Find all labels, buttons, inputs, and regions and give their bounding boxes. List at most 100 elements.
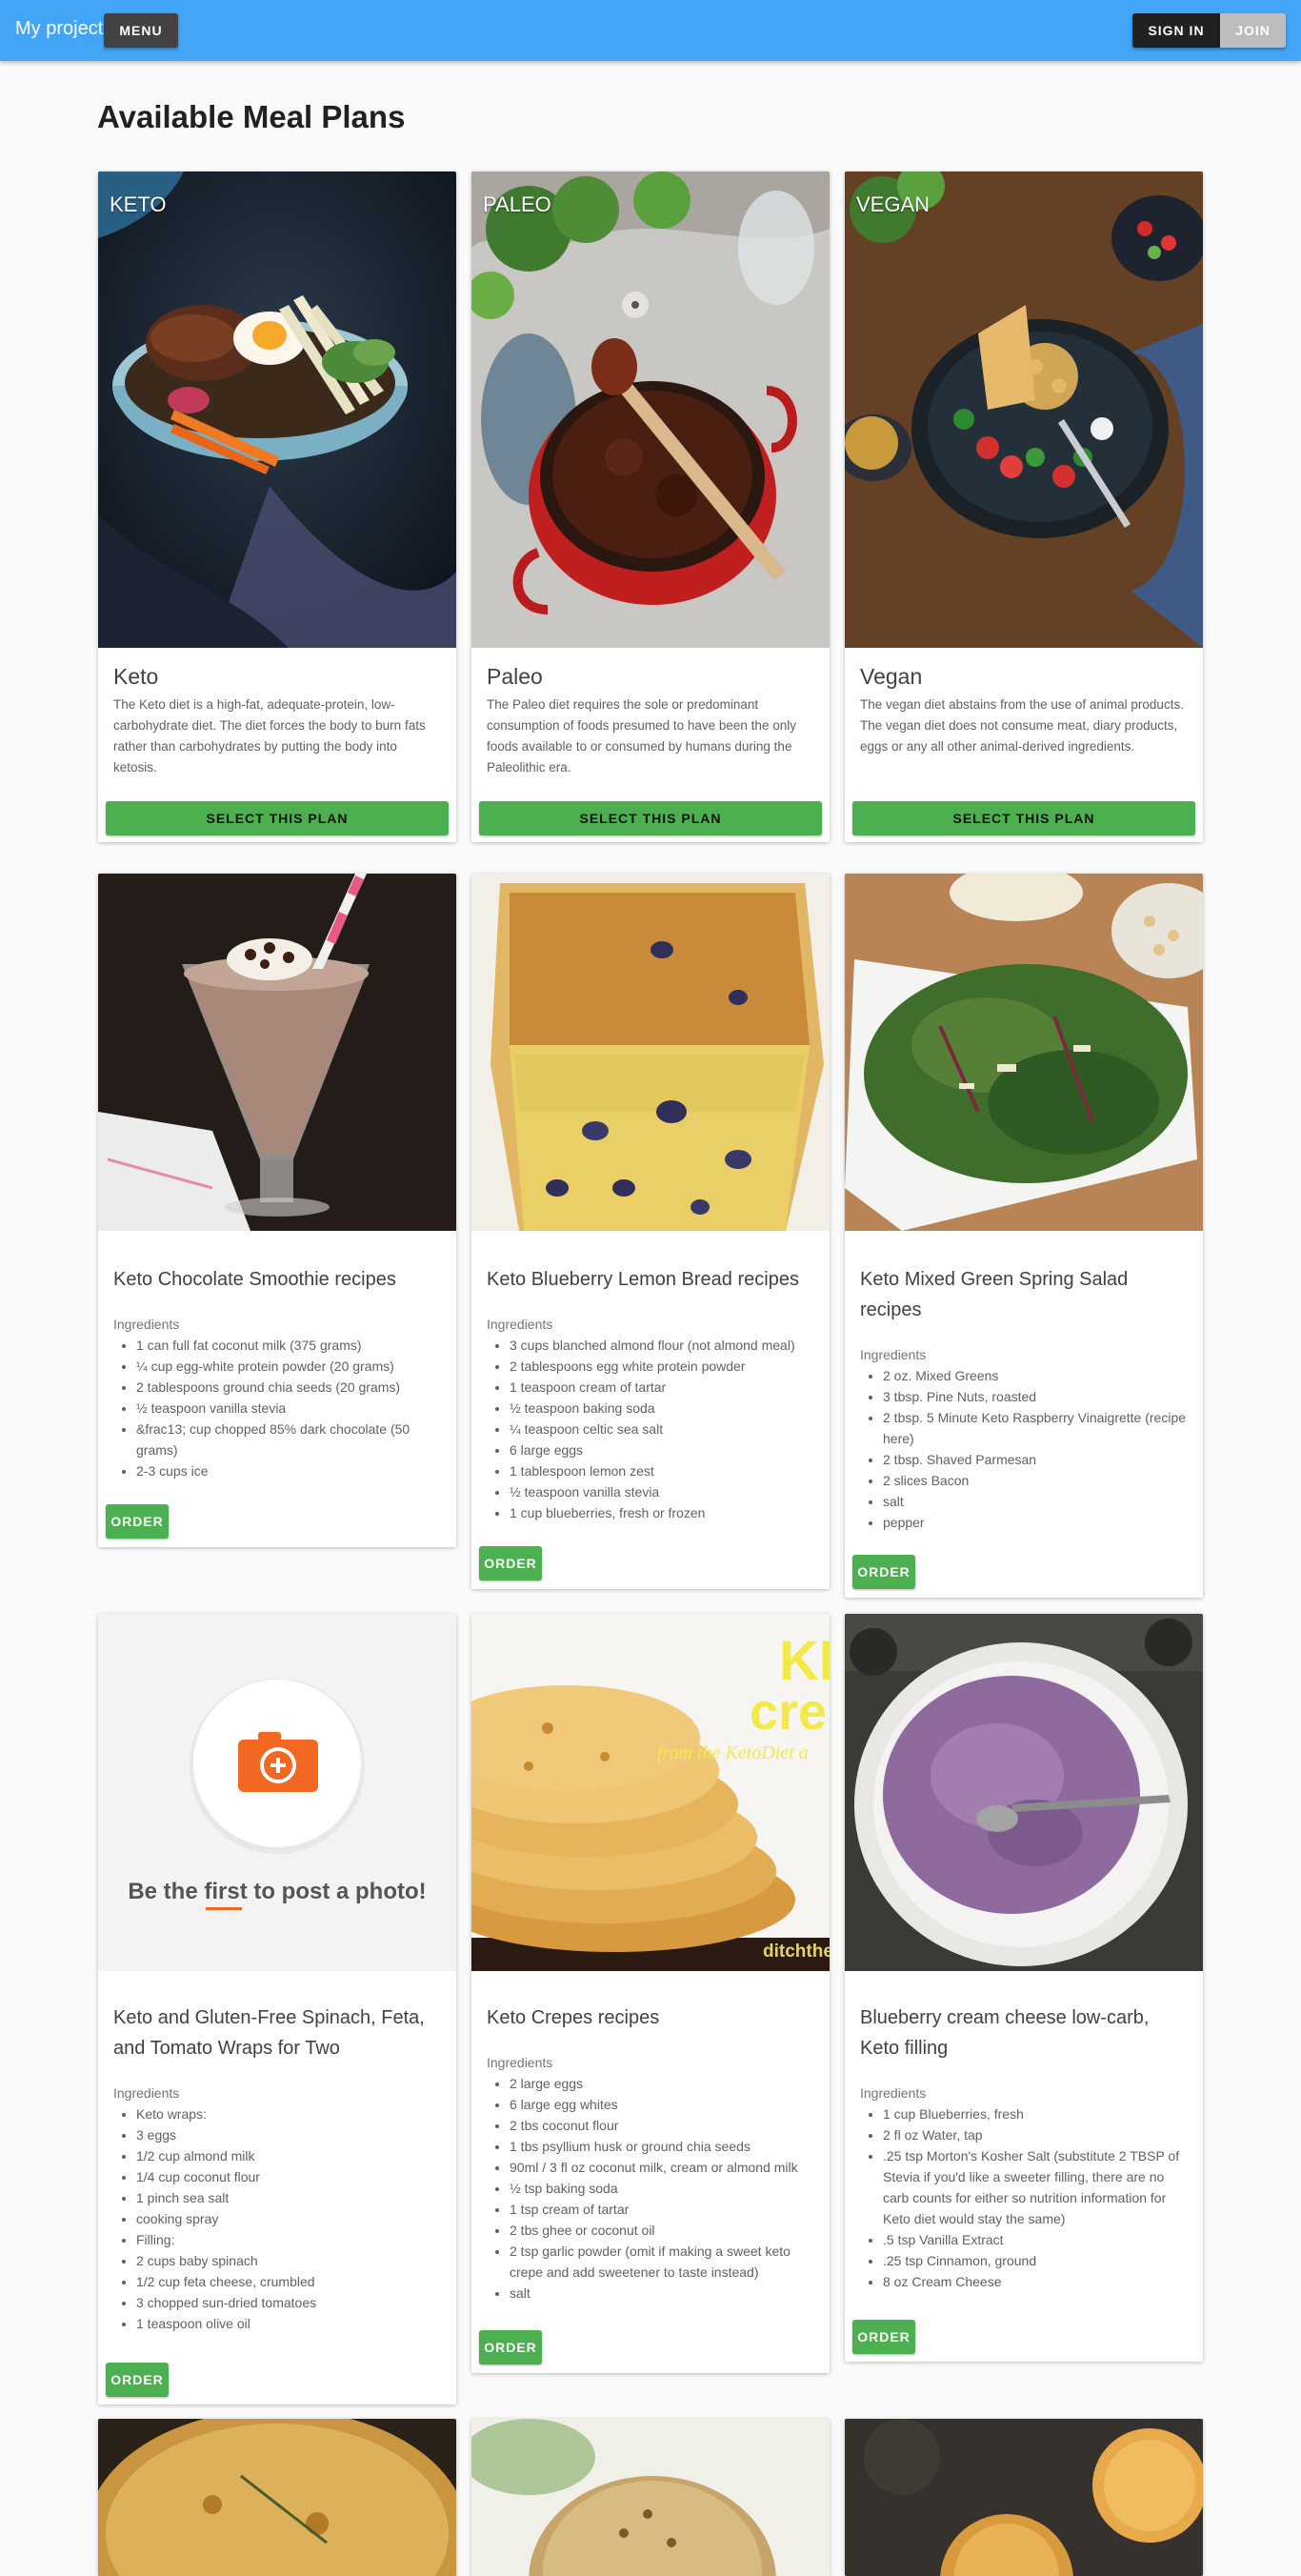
ingredient-item: ½ tsp baking soda — [510, 2178, 820, 2199]
ingredient-item: 2 tsp garlic powder (omit if making a sw… — [510, 2241, 820, 2283]
recipe-card — [845, 2419, 1203, 2576]
recipe-card: Keto Blueberry Lemon Bread recipes Ingre… — [471, 874, 830, 1589]
ingredient-item: ½ teaspoon vanilla stevia — [510, 1481, 820, 1502]
plan-description: The vegan diet abstains from the use of … — [860, 697, 1184, 754]
brand-title[interactable]: My project — [15, 18, 103, 40]
ingredient-item: 1 cup Blueberries, fresh — [883, 2103, 1193, 2124]
ingredient-item: 90ml / 3 fl oz coconut milk, cream or al… — [510, 2157, 820, 2178]
ingredient-item: 1/4 cup coconut flour — [136, 2166, 447, 2187]
ingredient-item: 3 tbsp. Pine Nuts, roasted — [883, 1386, 1193, 1407]
paleo-image-label: PALEO — [483, 192, 551, 216]
vegan-plan-image: VEGAN — [845, 171, 1203, 648]
ingredient-item: 2 tbsp. Shaved Parmesan — [883, 1449, 1193, 1470]
recipe-card — [471, 2419, 830, 2576]
ingredient-item: 1 tsp cream of tartar — [510, 2199, 820, 2220]
ingredients-list: Keto wraps: 3 eggs 1/2 cup almond milk 1… — [113, 2103, 447, 2334]
photo-placeholder: Be the first to post a photo! — [98, 1614, 456, 1971]
ingredient-item: 1 tablespoon lemon zest — [510, 1460, 820, 1481]
ingredient-item: .25 tsp Morton's Kosher Salt (substitute… — [883, 2145, 1193, 2229]
menu-button[interactable]: MENU — [104, 13, 178, 48]
camera-icon — [238, 1732, 318, 1792]
recipe-card: KE cre from the KetoDiet a ditchthe Keto… — [471, 1614, 830, 2373]
ingredient-item: 6 large egg whites — [510, 2094, 820, 2115]
plan-card-paleo: PALEO Paleo The Paleo diet requires the … — [471, 171, 830, 842]
ingredient-item: 2 large eggs — [510, 2073, 820, 2094]
ingredient-item: 1 cup blueberries, fresh or frozen — [510, 1502, 820, 1523]
ingredient-item: 1/2 cup feta cheese, crumbled — [136, 2271, 447, 2292]
ingredient-item: 3 cups blanched almond flour (not almond… — [510, 1335, 820, 1356]
select-plan-button[interactable]: SELECT THIS PLAN — [479, 801, 822, 835]
placeholder-prefix: Be the — [128, 1879, 205, 1904]
ingredient-item: ½ teaspoon vanilla stevia — [136, 1398, 447, 1419]
ingredient-item: cooking spray — [136, 2208, 447, 2229]
ingredient-item: 8 oz Cream Cheese — [883, 2271, 1193, 2292]
select-plan-button[interactable]: SELECT THIS PLAN — [106, 801, 449, 835]
smoothie-image — [98, 874, 456, 1231]
ingredient-item: 2 slices Bacon — [883, 1470, 1193, 1491]
paleo-pot-illustration — [471, 171, 830, 648]
crepes-overlay-big2: cre — [750, 1683, 828, 1741]
crepes-overlay-site: ditchthe — [763, 1942, 830, 1962]
crepes-illustration — [471, 1614, 830, 1971]
ingredients-list: 1 cup Blueberries, fresh 2 fl oz Water, … — [860, 2103, 1193, 2292]
recipe-card: Be the first to post a photo! Keto and G… — [98, 1614, 456, 2405]
crepes-image: KE cre from the KetoDiet a ditchthe — [471, 1614, 830, 1971]
ingredients-list: 1 can full fat coconut milk (375 grams) … — [113, 1335, 447, 1481]
ingredients-label: Ingredients — [860, 2085, 927, 2101]
order-button[interactable]: ORDER — [852, 2320, 915, 2354]
order-button[interactable]: ORDER — [852, 1555, 915, 1589]
plan-name: Vegan — [860, 664, 923, 689]
placeholder-highlight: first — [204, 1879, 248, 1904]
cheese-ball-image — [471, 2419, 830, 2576]
plan-name: Paleo — [487, 664, 543, 689]
ingredient-item: 2 tbsp. 5 Minute Keto Raspberry Vinaigre… — [883, 1407, 1193, 1449]
smoothie-illustration — [98, 874, 456, 1231]
bread-illustration — [471, 874, 830, 1231]
ingredient-item: salt — [510, 2283, 820, 2304]
recipe-card: Keto Mixed Green Spring Salad recipes In… — [845, 874, 1203, 1598]
frittata-image — [98, 2419, 456, 2576]
select-plan-button[interactable]: SELECT THIS PLAN — [852, 801, 1195, 835]
join-button[interactable]: JOIN — [1220, 13, 1286, 48]
app-bar: My project MENU SIGN IN JOIN — [0, 0, 1301, 61]
ingredient-item: 1 teaspoon olive oil — [136, 2313, 447, 2334]
ingredient-item: &frac13; cup chopped 85% dark chocolate … — [136, 1419, 447, 1460]
ingredient-item: 2 cups baby spinach — [136, 2250, 447, 2271]
vegan-image-label: VEGAN — [856, 192, 931, 216]
vegan-bowl-illustration — [845, 171, 1203, 648]
recipe-card: Keto Chocolate Smoothie recipes Ingredie… — [98, 874, 456, 1547]
salad-image — [845, 874, 1203, 1231]
order-button[interactable]: ORDER — [106, 2363, 169, 2397]
order-button[interactable]: ORDER — [479, 2330, 542, 2365]
ingredient-item: ¼ cup egg-white protein powder (20 grams… — [136, 1356, 447, 1377]
ingredients-list: 3 cups blanched almond flour (not almond… — [487, 1335, 820, 1523]
keto-image-label: KETO — [110, 192, 167, 216]
muffins-image — [845, 2419, 1203, 2576]
ingredients-label: Ingredients — [113, 1317, 180, 1332]
bread-image — [471, 874, 830, 1231]
plan-card-vegan: VEGAN Vegan The vegan diet abstains from… — [845, 171, 1203, 842]
ingredient-item: 3 chopped sun-dried tomatoes — [136, 2292, 447, 2313]
ingredient-item: ½ teaspoon baking soda — [510, 1398, 820, 1419]
recipe-title: Keto Chocolate Smoothie recipes — [113, 1269, 396, 1290]
ingredient-item: .5 tsp Vanilla Extract — [883, 2229, 1193, 2250]
ingredient-item: 3 eggs — [136, 2124, 447, 2145]
camera-placeholder-illustration — [98, 1614, 456, 1971]
paleo-plan-image: PALEO — [471, 171, 830, 648]
ingredients-label: Ingredients — [860, 1347, 927, 1362]
order-button[interactable]: ORDER — [479, 1546, 542, 1580]
ingredients-list: 2 large eggs 6 large egg whites 2 tbs co… — [487, 2073, 820, 2304]
recipe-title: Keto and Gluten-Free Spinach, Feta, and … — [113, 2007, 425, 2059]
recipe-title: Keto Crepes recipes — [487, 2007, 660, 2028]
ingredient-item: ¼ teaspoon celtic sea salt — [510, 1419, 820, 1439]
ingredients-label: Ingredients — [487, 1317, 553, 1332]
ingredient-item: 6 large eggs — [510, 1439, 820, 1460]
order-button[interactable]: ORDER — [106, 1504, 169, 1539]
page-title: Available Meal Plans — [97, 99, 406, 134]
ingredient-item: Filling: — [136, 2229, 447, 2250]
blueberry-filling-illustration — [845, 1614, 1203, 1971]
crepes-overlay-sub: from the KetoDiet a — [657, 1742, 809, 1763]
ingredient-item: 2 oz. Mixed Greens — [883, 1365, 1193, 1386]
plan-name: Keto — [113, 664, 159, 689]
sign-in-button[interactable]: SIGN IN — [1132, 13, 1220, 48]
